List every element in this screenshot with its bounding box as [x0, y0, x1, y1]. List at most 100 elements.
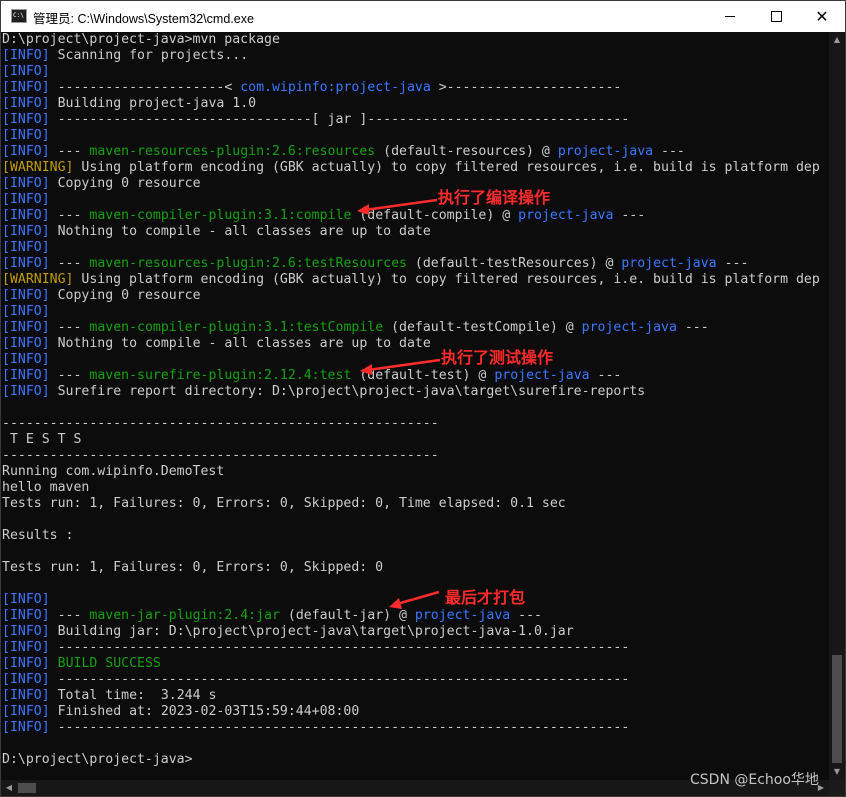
- console-line: [INFO] Scanning for projects...: [1, 48, 829, 64]
- annotation-compile: 执行了编译操作: [438, 188, 551, 207]
- console-text: >----------------------: [430, 80, 622, 95]
- console-text: [: [2, 96, 10, 111]
- maximize-icon: [770, 11, 782, 22]
- console-text: [: [2, 592, 10, 607]
- console-text: [: [2, 656, 10, 671]
- scroll-up-icon[interactable]: ▲: [829, 32, 845, 48]
- console-text: ---: [653, 144, 685, 159]
- console-text: Using platform encoding (GBK actually) t…: [73, 160, 820, 175]
- console-text: ]: [41, 384, 50, 399]
- console-line: [INFO] Nothing to compile - all classes …: [1, 336, 829, 352]
- console-text: ]: [41, 304, 50, 319]
- vertical-scrollbar[interactable]: ▲ ▼: [829, 32, 845, 780]
- minimize-icon: [725, 16, 735, 17]
- console-text: com.wipinfo:project-java: [240, 80, 431, 95]
- console-text: ]: [41, 704, 50, 719]
- console-text: ---: [49, 608, 90, 623]
- console-text: ]: [41, 240, 50, 255]
- console-text: INFO: [9, 144, 42, 159]
- console-text: [: [2, 688, 10, 703]
- console-text: INFO: [9, 640, 42, 655]
- console-text: --------------------------------[ jar ]-…: [49, 112, 630, 127]
- console-text: ]: [41, 128, 50, 143]
- console-text: [: [2, 608, 10, 623]
- console-line: T E S T S: [1, 432, 829, 448]
- console-text: (default-testCompile) @: [383, 320, 582, 335]
- console-line: D:\project\project-java>mvn package: [1, 32, 829, 48]
- console-text: ]: [41, 720, 50, 735]
- close-button[interactable]: ✕: [799, 1, 845, 32]
- console-text: [: [2, 144, 10, 159]
- console-text: ]: [41, 336, 50, 351]
- console-text: [: [2, 208, 10, 223]
- console-text: ---: [49, 256, 90, 271]
- console-line: [INFO] Nothing to compile - all classes …: [1, 224, 829, 240]
- console-line: [INFO]: [1, 128, 829, 144]
- console-text: [: [2, 64, 10, 79]
- scroll-left-icon[interactable]: ◀: [1, 780, 17, 796]
- console-text: [: [2, 224, 10, 239]
- console-text: INFO: [9, 176, 42, 191]
- console-text: INFO: [9, 224, 42, 239]
- console-text: [: [2, 240, 10, 255]
- console-text: ---: [49, 208, 90, 223]
- console-text: Nothing to compile - all classes are up …: [49, 336, 431, 351]
- console-text: INFO: [9, 688, 42, 703]
- console-text: INFO: [9, 336, 42, 351]
- console-line: [INFO] ---------------------------------…: [1, 640, 829, 656]
- console-text: INFO: [9, 288, 42, 303]
- console-text: Copying 0 resource: [49, 176, 201, 191]
- console-text: INFO: [9, 368, 42, 383]
- console-text: ]: [41, 48, 50, 63]
- console-text: Finished at: 2023-02-03T15:59:44+08:00: [49, 704, 360, 719]
- cmd-icon: C:\: [11, 9, 27, 23]
- console-text: ---: [613, 208, 646, 223]
- console-text: [: [2, 176, 10, 191]
- console-line: [INFO]: [1, 304, 829, 320]
- maximize-button[interactable]: [753, 1, 799, 32]
- console-text: [: [2, 384, 10, 399]
- console-line: [INFO] Surefire report directory: D:\pro…: [1, 384, 829, 400]
- console-text: [: [2, 128, 10, 143]
- console-line: [INFO] --- maven-resources-plugin:2.6:te…: [1, 256, 829, 272]
- console-text: [: [2, 256, 10, 271]
- console-text: Copying 0 resource: [49, 288, 201, 303]
- console-text: maven-compiler-plugin:3.1:compile: [89, 208, 352, 223]
- console-text: ---: [49, 320, 90, 335]
- console-output[interactable]: D:\project\project-java>mvn package [INFO…: [1, 32, 829, 780]
- console-text: [: [2, 304, 10, 319]
- console-line: [WARNING] Using platform encoding (GBK a…: [1, 160, 829, 176]
- minimize-button[interactable]: [707, 1, 753, 32]
- scroll-down-icon[interactable]: ▼: [829, 764, 845, 780]
- console-line: Tests run: 1, Failures: 0, Errors: 0, Sk…: [1, 496, 829, 512]
- console-text: project-java: [621, 256, 717, 271]
- console-text: [WARNING]: [2, 272, 74, 287]
- console-text: [: [2, 80, 10, 95]
- console-text: ---: [716, 256, 749, 271]
- console-text: maven-jar-plugin:2.4:jar: [89, 608, 280, 623]
- title-bar[interactable]: C:\ 管理员: C:\Windows\System32\cmd.exe ✕: [1, 1, 845, 32]
- console-line: [INFO] BUILD SUCCESS: [1, 656, 829, 672]
- console-text: [: [2, 336, 10, 351]
- console-text: INFO: [9, 192, 42, 207]
- console-line: D:\project\project-java>: [1, 752, 829, 768]
- console-line: Running com.wipinfo.DemoTest: [1, 464, 829, 480]
- console-text: [: [2, 368, 10, 383]
- console-text: (default-resources) @: [375, 144, 558, 159]
- console-text: ]: [41, 656, 50, 671]
- console-text: INFO: [9, 720, 42, 735]
- arrow-icon: [357, 198, 438, 215]
- vertical-scroll-thumb[interactable]: [832, 655, 842, 763]
- console-text: ----------------------------------------…: [49, 640, 630, 655]
- console-line: [INFO] --------------------------------[…: [1, 112, 829, 128]
- console-text: Building jar: D:\project\project-java\ta…: [49, 624, 574, 639]
- console-line: [INFO] Copying 0 resource: [1, 288, 829, 304]
- arrow-icon: [360, 358, 441, 375]
- console-text: INFO: [9, 320, 42, 335]
- console-text: ----------------------------------------…: [2, 448, 439, 463]
- horizontal-scroll-thumb[interactable]: [18, 783, 36, 793]
- console-text: Building project-java 1.0: [49, 96, 257, 111]
- console-text: ]: [41, 144, 50, 159]
